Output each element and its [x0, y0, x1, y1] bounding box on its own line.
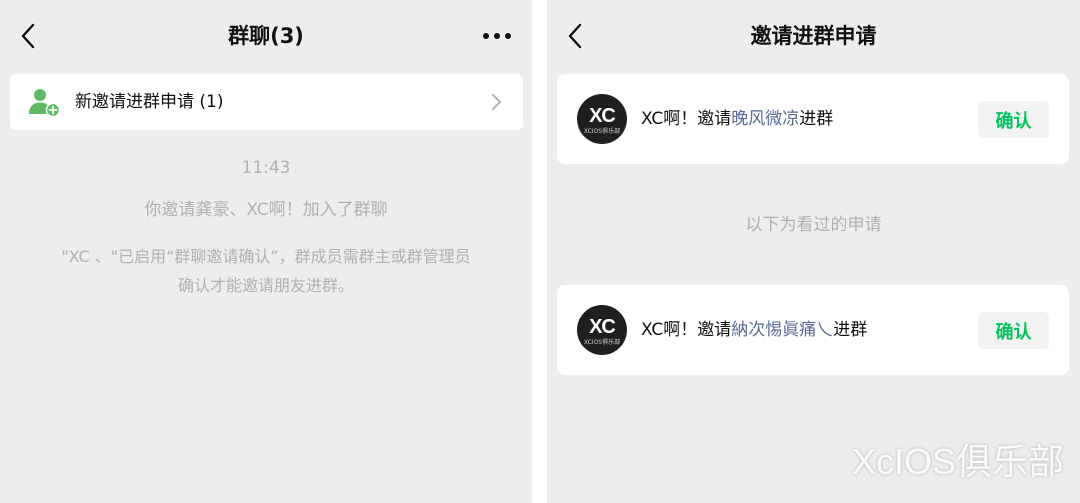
invitee-name[interactable]: 晚风微凉 [731, 109, 799, 129]
avatar-logo-text: XC [589, 104, 616, 127]
avatar-subtext: XCIOS俱乐部 [583, 128, 621, 135]
inviter-name[interactable]: XC啊！ [641, 320, 697, 340]
add-member-icon [29, 89, 61, 117]
invite-verb: 邀请 [697, 320, 732, 340]
viewed-requests-divider: 以下为看过的申请 [745, 215, 882, 235]
more-icon [483, 33, 511, 39]
invite-request-card: XC XCIOS俱乐部 XC啊！邀请納次惕眞痛乀进群 确认 [557, 285, 1069, 375]
more-button[interactable] [480, 22, 514, 50]
confirm-button[interactable]: 确认 [978, 101, 1049, 138]
invite-request-card: XC XCIOS俱乐部 XC啊！邀请晚风微凉进群 确认 [557, 74, 1069, 164]
invite-verb: 邀请 [697, 109, 732, 129]
request-message: XC啊！邀请納次惕眞痛乀进群 [641, 316, 867, 344]
notice-line-2: 确认才能邀请朋友进群。 [177, 276, 354, 295]
invite-requests-panel: 邀请进群申请 XC XCIOS俱乐部 XC啊！邀请晚风微凉进群 确认 以下为看过… [547, 0, 1080, 503]
nav-bar: 邀请进群申请 [547, 0, 1080, 72]
invite-suffix: 进群 [833, 320, 868, 340]
notice-line-1: "XC 、"已启用“群聊邀请确认”，群成员需群主或群管理员 [61, 247, 471, 266]
avatar: XC XCIOS俱乐部 [577, 305, 627, 355]
new-invite-request-label: 新邀请进群申请 (1) [75, 92, 224, 112]
nav-bar: 群聊(3) [0, 0, 532, 72]
system-message-notice: "XC 、"已启用“群聊邀请确认”，群成员需群主或群管理员 确认才能邀请朋友进群… [30, 242, 502, 300]
page-title: 邀请进群申请 [750, 24, 877, 48]
group-chat-panel: 群聊(3) 新邀请进群申请 (1) 11:43 你邀请龚豪、XC啊！加入了群聊 … [0, 0, 532, 503]
invitee-name[interactable]: 納次惕眞痛乀 [731, 320, 833, 340]
request-message: XC啊！邀请晚风微凉进群 [641, 105, 833, 133]
chevron-right-icon [492, 94, 501, 110]
invite-suffix: 进群 [799, 109, 834, 129]
watermark: XcIOS俱乐部 [851, 441, 1064, 482]
avatar: XC XCIOS俱乐部 [577, 94, 627, 144]
inviter-name[interactable]: XC啊！ [641, 109, 697, 129]
avatar-logo-text: XC [589, 315, 616, 338]
new-invite-request-row[interactable]: 新邀请进群申请 (1) [10, 74, 523, 130]
message-timestamp: 11:43 [241, 158, 291, 178]
page-title: 群聊(3) [228, 24, 304, 48]
confirm-button[interactable]: 确认 [978, 312, 1049, 349]
system-message-joined: 你邀请龚豪、XC啊！加入了群聊 [144, 200, 388, 220]
avatar-subtext: XCIOS俱乐部 [583, 339, 621, 346]
